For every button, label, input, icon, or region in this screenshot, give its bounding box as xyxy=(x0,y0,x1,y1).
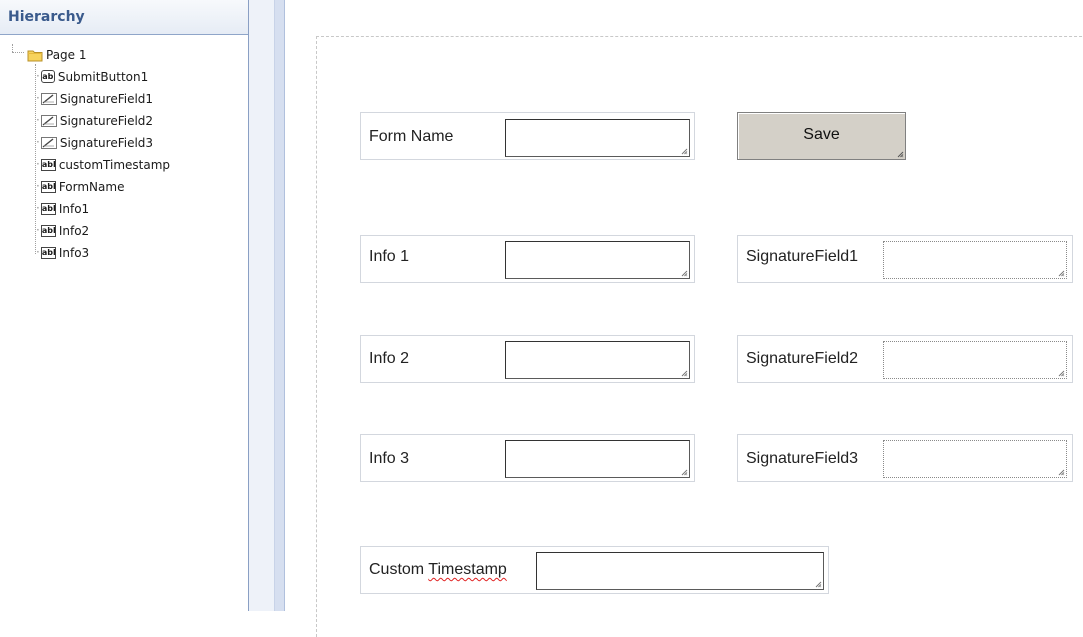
button-ab-icon: ab xyxy=(40,70,55,83)
custom-timestamp-label-part1: Custom xyxy=(369,561,429,578)
signature-icon xyxy=(40,114,57,127)
folder-icon xyxy=(27,50,43,61)
resize-grip-icon[interactable] xyxy=(897,151,904,158)
hierarchy-title: Hierarchy xyxy=(0,0,248,35)
signaturefield1-label: SignatureField1 xyxy=(746,248,859,265)
resize-grip-icon[interactable] xyxy=(681,469,688,476)
textfield-abl-icon: abl xyxy=(40,246,56,259)
info2-input[interactable] xyxy=(505,341,690,379)
tree-connector xyxy=(12,44,13,52)
signaturefield3-input[interactable] xyxy=(883,440,1067,478)
panel-splitter[interactable] xyxy=(249,0,285,611)
info3-control[interactable]: Info 3 xyxy=(360,434,695,482)
signaturefield3-label: SignatureField3 xyxy=(746,450,859,467)
form-name-input[interactable] xyxy=(505,119,690,157)
info1-label: Info 1 xyxy=(369,248,410,265)
tree-item-submitbutton1[interactable]: · ab SubmitButton1 xyxy=(36,66,148,86)
tree-item-formname[interactable]: · abl FormName xyxy=(36,176,124,196)
hierarchy-tree: Page 1 · ab SubmitButton1 · SignatureField… xyxy=(0,42,249,282)
tree-item-page-1[interactable]: Page 1 xyxy=(27,44,87,64)
tree-item-signaturefield1[interactable]: · SignatureField1 xyxy=(36,88,153,108)
signaturefield2-input[interactable] xyxy=(883,341,1067,379)
tree-item-customtimestamp[interactable]: · abl customTimestamp xyxy=(36,154,170,174)
textfield-abl-icon: abl xyxy=(40,224,56,237)
tree-item-signaturefield3[interactable]: · SignatureField3 xyxy=(36,132,153,152)
textfield-abl-icon: abl xyxy=(40,180,56,193)
tree-item-info1[interactable]: · abl Info1 xyxy=(36,198,89,218)
signaturefield3-control[interactable]: SignatureField3 xyxy=(737,434,1073,482)
tree-item-label: FormName xyxy=(58,179,125,194)
form-name-label: Form Name xyxy=(369,128,454,145)
signature-icon xyxy=(40,92,57,105)
save-button[interactable]: Save xyxy=(737,112,906,160)
tree-item-label: Info3 xyxy=(58,245,90,260)
tree-item-label: Info1 xyxy=(58,201,90,216)
splitter-handle[interactable] xyxy=(274,0,285,611)
tree-item-label: SubmitButton1 xyxy=(57,69,149,84)
tree-item-label: SignatureField3 xyxy=(59,135,154,150)
info2-control[interactable]: Info 2 xyxy=(360,335,695,383)
resize-grip-icon[interactable] xyxy=(681,270,688,277)
signaturefield2-control[interactable]: SignatureField2 xyxy=(737,335,1073,383)
tree-item-signaturefield2[interactable]: · SignatureField2 xyxy=(36,110,153,130)
info1-control[interactable]: Info 1 xyxy=(360,235,695,283)
signature-icon xyxy=(40,136,57,149)
hierarchy-panel: Hierarchy Page 1 · ab SubmitButton1 · Sign… xyxy=(0,0,249,611)
tree-item-label: Page 1 xyxy=(46,47,87,62)
info3-input[interactable] xyxy=(505,440,690,478)
textfield-abl-icon: abl xyxy=(40,202,56,215)
resize-grip-icon[interactable] xyxy=(681,148,688,155)
resize-grip-icon[interactable] xyxy=(681,370,688,377)
save-button-label: Save xyxy=(803,126,840,143)
form-name-control[interactable]: Form Name xyxy=(360,112,695,160)
signaturefield1-control[interactable]: SignatureField1 xyxy=(737,235,1073,283)
tree-item-label: SignatureField2 xyxy=(59,113,154,128)
info2-label: Info 2 xyxy=(369,350,410,367)
tree-item-label: Info2 xyxy=(58,223,90,238)
textfield-abl-icon: abl xyxy=(40,158,56,171)
tree-item-info2[interactable]: · abl Info2 xyxy=(36,220,89,240)
resize-grip-icon[interactable] xyxy=(1058,370,1065,377)
signaturefield1-input[interactable] xyxy=(883,241,1067,279)
custom-timestamp-label: Custom Timestamp xyxy=(369,561,507,579)
info3-label: Info 3 xyxy=(369,450,410,467)
signaturefield2-label: SignatureField2 xyxy=(746,350,859,367)
custom-timestamp-control[interactable]: Custom Timestamp xyxy=(360,546,829,594)
tree-item-label: customTimestamp xyxy=(58,157,171,172)
resize-grip-icon[interactable] xyxy=(815,581,822,588)
custom-timestamp-label-part2: Timestamp xyxy=(428,561,507,578)
custom-timestamp-input[interactable] xyxy=(536,552,824,590)
tree-connector xyxy=(12,52,24,53)
tree-item-info3[interactable]: · abl Info3 xyxy=(36,242,89,262)
resize-grip-icon[interactable] xyxy=(1058,469,1065,476)
info1-input[interactable] xyxy=(505,241,690,279)
resize-grip-icon[interactable] xyxy=(1058,270,1065,277)
tree-item-label: SignatureField1 xyxy=(59,91,154,106)
